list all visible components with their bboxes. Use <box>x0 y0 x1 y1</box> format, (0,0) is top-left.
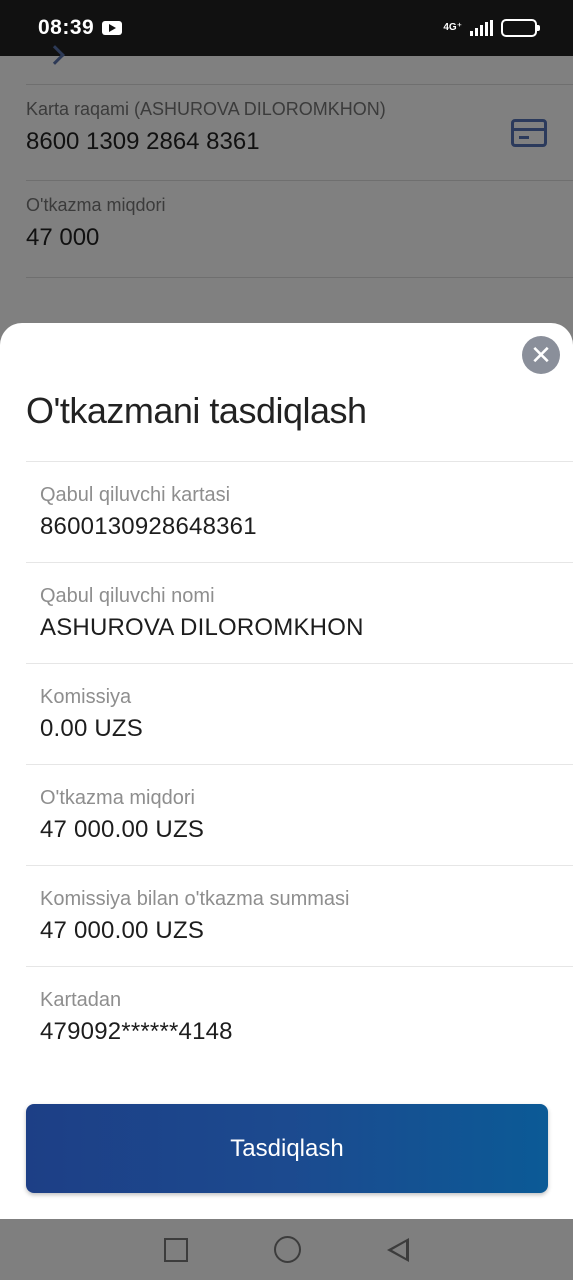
detail-label: Qabul qiluvchi nomi <box>40 585 215 607</box>
detail-label: Komissiya bilan o'tkazma summasi <box>40 888 350 910</box>
recents-icon[interactable] <box>164 1237 188 1262</box>
detail-label: Qabul qiluvchi kartasi <box>40 484 231 506</box>
amount-field[interactable]: O'tkazma miqdori 47 000 <box>26 181 573 278</box>
amount-label: O'tkazma miqdori <box>26 195 166 215</box>
network-label: 4G⁺ <box>443 22 462 33</box>
amount-value: 47 000 <box>26 224 100 251</box>
close-icon: ✕ <box>530 340 552 370</box>
signal-icon <box>470 20 493 36</box>
detail-label: Komissiya <box>40 686 132 708</box>
detail-row-commission: Komissiya 0.00 UZS <box>26 663 573 764</box>
detail-value: ASHUROVA DILOROMKHON <box>40 614 364 641</box>
card-number-label: Karta raqami (ASHUROVA DILOROMKHON) <box>26 99 386 119</box>
confirm-button[interactable]: Tasdiqlash <box>26 1104 548 1193</box>
details-list: Qabul qiluvchi kartasi 8600130928648361 … <box>26 461 573 1067</box>
detail-value: 479092******4148 <box>40 1018 233 1045</box>
credit-card-icon[interactable] <box>511 119 547 147</box>
status-time: 08:39 <box>38 16 95 39</box>
battery-icon <box>501 19 540 37</box>
youtube-icon <box>102 21 123 35</box>
sheet-title: O'tkazmani tasdiqlash <box>26 390 367 431</box>
detail-row-recipient-name: Qabul qiluvchi nomi ASHUROVA DILOROMKHON <box>26 562 573 663</box>
close-button[interactable]: ✕ <box>522 336 560 374</box>
status-bar: 08:39 4G⁺ <box>0 0 573 56</box>
detail-value: 47 000.00 UZS <box>40 917 205 944</box>
detail-label: O'tkazma miqdori <box>40 787 195 809</box>
detail-row-recipient-card: Qabul qiluvchi kartasi 8600130928648361 <box>26 461 573 562</box>
back-icon[interactable] <box>387 1237 409 1262</box>
card-number-field[interactable]: Karta raqami (ASHUROVA DILOROMKHON) 8600… <box>26 84 573 181</box>
card-number-value: 8600 1309 2864 8361 <box>26 128 260 155</box>
confirmation-sheet: ✕ O'tkazmani tasdiqlash Qabul qiluvchi k… <box>0 323 573 1219</box>
detail-label: Kartadan <box>40 989 122 1011</box>
home-icon[interactable] <box>274 1236 301 1263</box>
detail-value: 0.00 UZS <box>40 715 143 742</box>
navigation-bar <box>0 1219 573 1280</box>
detail-value: 8600130928648361 <box>40 513 257 540</box>
detail-value: 47 000.00 UZS <box>40 816 205 843</box>
detail-row-total: Komissiya bilan o'tkazma summasi 47 000.… <box>26 865 573 966</box>
detail-row-amount: O'tkazma miqdori 47 000.00 UZS <box>26 764 573 865</box>
status-right: 4G⁺ <box>443 19 540 37</box>
status-left: 08:39 <box>38 16 123 40</box>
detail-row-source-card: Kartadan 479092******4148 <box>26 966 573 1067</box>
screen: 08:39 4G⁺ Karta raqami (ASHUROVA DILOROM… <box>0 0 573 1280</box>
